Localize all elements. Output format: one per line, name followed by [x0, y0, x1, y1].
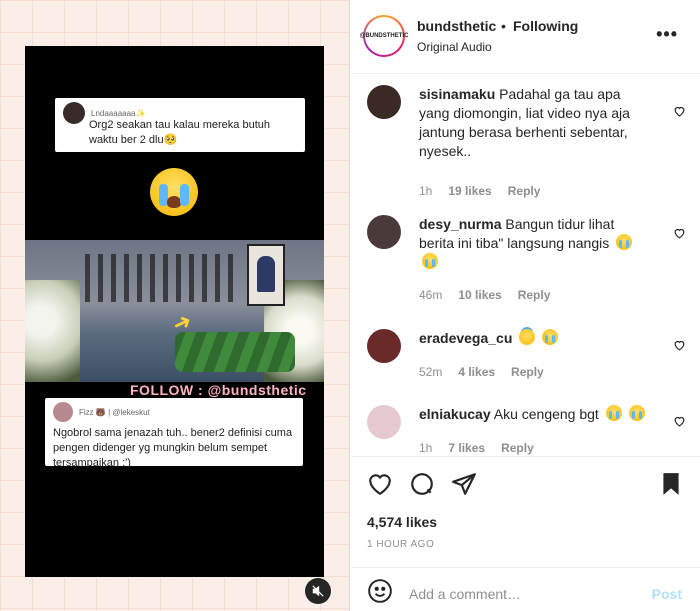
comment-time: 46m: [419, 288, 443, 302]
comment-body: elniakucay Aku cengeng bgt: [419, 405, 649, 424]
reel-video[interactable]: Lndaaaaaaa✨ Org2 seakan tau kalau mereka…: [25, 46, 324, 577]
post-sidebar: @BUNDSTHETIC bundsthetic • Following Ori…: [351, 0, 700, 611]
reply-button[interactable]: Reply: [511, 365, 544, 379]
heart-icon[interactable]: [673, 339, 686, 354]
post-button[interactable]: Post: [652, 586, 682, 602]
avatar[interactable]: [367, 85, 401, 119]
reply-button[interactable]: Reply: [508, 184, 541, 198]
comment-meta: 52m 4 likes Reply: [419, 365, 544, 379]
avatar: [53, 402, 73, 422]
comment-likes[interactable]: 10 likes: [458, 288, 501, 302]
more-options-icon[interactable]: •••: [656, 24, 678, 45]
crying-face-icon: [542, 329, 559, 345]
like-heart-icon[interactable]: [367, 471, 393, 497]
comment-input[interactable]: Add a comment…: [409, 586, 521, 602]
comment-username[interactable]: elniakucay: [419, 406, 491, 422]
comment-username[interactable]: eradevega_cu: [419, 330, 512, 346]
comment-body: desy_nurma Bangun tidur lihat berita ini…: [419, 215, 649, 272]
comment-likes[interactable]: 19 likes: [448, 184, 491, 198]
avatar[interactable]: [367, 329, 401, 363]
reply-button[interactable]: Reply: [501, 441, 534, 455]
crying-face-icon: [616, 234, 633, 250]
comment-time: 52m: [419, 365, 443, 379]
heart-icon[interactable]: [673, 227, 686, 242]
instagram-post-view: Lndaaaaaaa✨ Org2 seakan tau kalau mereka…: [0, 0, 700, 611]
bookmark-icon[interactable]: [658, 471, 684, 497]
comment-body: eradevega_cu: [419, 329, 649, 348]
comment-meta: 1h 7 likes Reply: [419, 441, 534, 455]
coffin: [175, 332, 295, 372]
portrait-frame: [247, 244, 285, 306]
avatar[interactable]: [367, 405, 401, 439]
comment-bubble-icon[interactable]: [409, 471, 435, 497]
share-send-icon[interactable]: [451, 471, 477, 497]
avatar[interactable]: [367, 215, 401, 249]
funeral-scene-image: ➜: [25, 240, 324, 382]
crying-face-icon: [605, 405, 622, 421]
likes-count[interactable]: 4,574 likes: [367, 514, 437, 530]
crying-face-icon: [422, 253, 438, 269]
emoji-icon[interactable]: [367, 578, 393, 604]
comment-likes[interactable]: 4 likes: [458, 365, 495, 379]
post-timestamp: 1 HOUR AGO: [367, 539, 435, 550]
card-username: Fizz 🐻 | @lekeskut: [79, 407, 150, 417]
heart-icon[interactable]: [673, 105, 686, 120]
comment-username[interactable]: sisinamaku: [419, 86, 495, 102]
comment-meta: 1h 19 likes Reply: [419, 184, 540, 198]
watermark-text: FOLLOW : @bundsthetic: [130, 382, 307, 398]
reply-button[interactable]: Reply: [518, 288, 551, 302]
profile-username[interactable]: bundsthetic: [417, 18, 496, 34]
post-header: @BUNDSTHETIC bundsthetic • Following Ori…: [351, 0, 700, 74]
card-text: Org2 seakan tau kalau mereka butuh waktu…: [89, 119, 271, 146]
heart-icon[interactable]: [673, 415, 686, 430]
audio-link[interactable]: Original Audio: [417, 40, 492, 54]
comment-screenshot-card-top: Lndaaaaaaa✨ Org2 seakan tau kalau mereka…: [55, 98, 305, 152]
smiling-face-with-halo-icon: [519, 329, 536, 345]
add-comment-bar: Add a comment… Post: [351, 567, 700, 611]
mute-icon[interactable]: [305, 578, 331, 604]
comment-body: sisinamaku Padahal ga tau apa yang diomo…: [419, 85, 649, 161]
crying-face-icon: [150, 168, 198, 216]
avatar: [63, 102, 85, 124]
media-panel: Lndaaaaaaa✨ Org2 seakan tau kalau mereka…: [0, 0, 350, 611]
comment-screenshot-card-bottom: Fizz 🐻 | @lekeskut Ngobrol sama jenazah …: [45, 398, 303, 469]
comment-text: Aku cengeng bgt: [493, 406, 599, 422]
comment-time: 1h: [419, 184, 433, 198]
crying-face-icon: [628, 405, 645, 421]
separator-dot: •: [501, 18, 506, 34]
comment-list[interactable]: sisinamaku Padahal ga tau apa yang diomo…: [351, 75, 700, 455]
following-button[interactable]: Following: [513, 18, 578, 34]
comment-meta: 46m 10 likes Reply: [419, 288, 550, 302]
card-text: Ngobrol sama jenazah tuh.. bener2 defini…: [53, 427, 293, 469]
comment-username[interactable]: desy_nurma: [419, 216, 501, 232]
comment-time: 1h: [419, 441, 433, 455]
post-actions: 4,574 likes 1 HOUR AGO: [351, 456, 700, 566]
comment-likes[interactable]: 7 likes: [448, 441, 485, 455]
card-username: Lndaaaaaaa✨: [91, 108, 146, 118]
profile-avatar[interactable]: @BUNDSTHETIC: [360, 15, 408, 57]
